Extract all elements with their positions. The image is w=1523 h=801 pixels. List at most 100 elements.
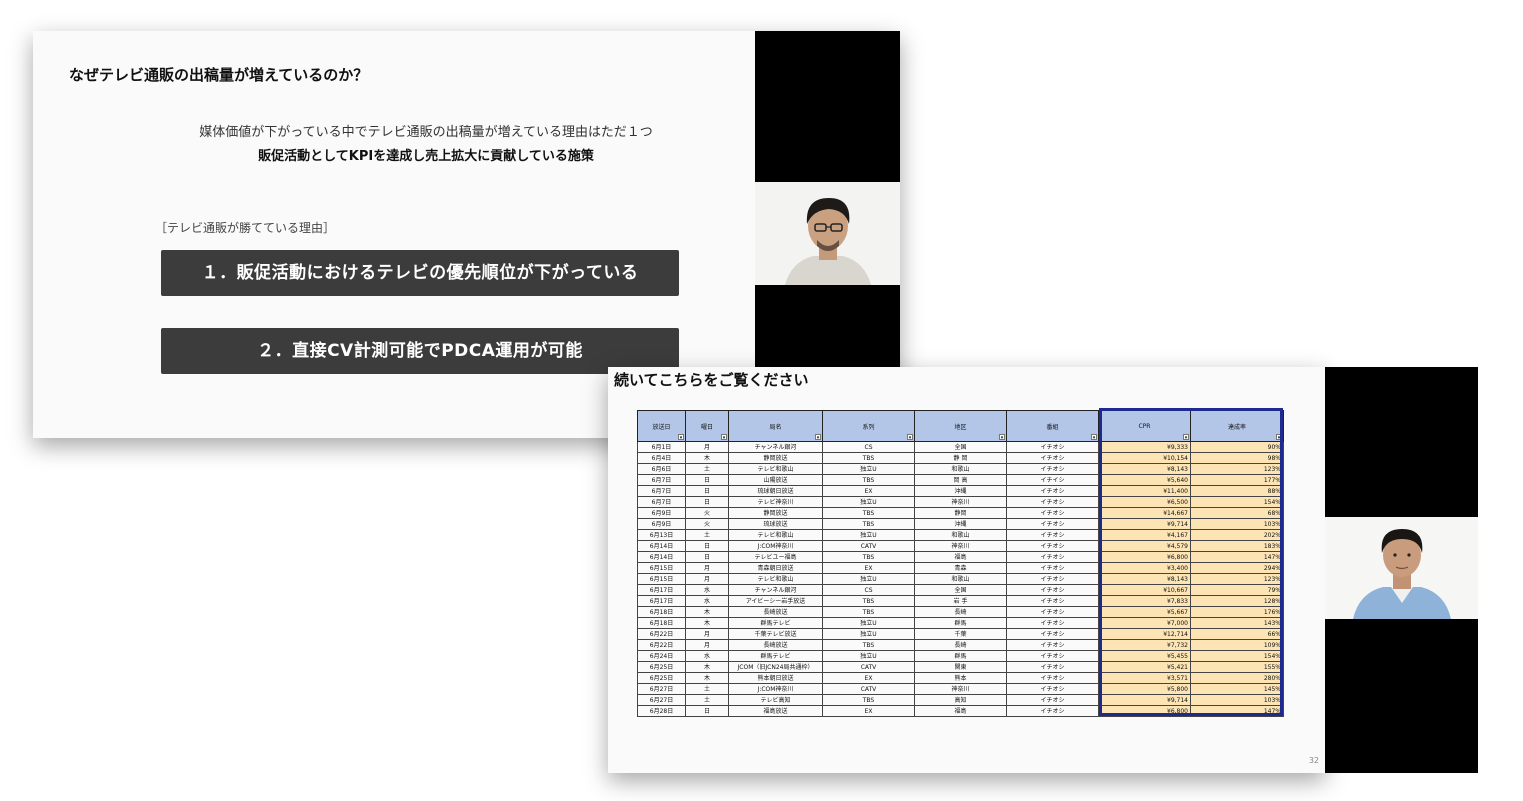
column-header-label: 地区: [954, 423, 967, 431]
table-cell: 147%: [1190, 705, 1284, 717]
table-cell: EX: [822, 485, 915, 497]
table-cell: イチオシ: [1006, 584, 1099, 596]
table-row: 6月25日木 JCOM（旧JCN24局共通枠） CATV 関東 イチオシ ¥5,421 15…: [637, 661, 1284, 673]
column-header-label: 番組: [1046, 423, 1059, 431]
table-cell: 103%: [1190, 518, 1284, 530]
table-row: 6月14日日 J:COM神奈川 CATV 神奈川 イチオシ ¥4,579 183%: [637, 540, 1284, 552]
column-header-label: 局名: [769, 423, 782, 431]
table-cell: イチオシ: [1006, 628, 1099, 640]
table-cell: TBS: [822, 507, 915, 519]
table-cell: 独立U: [822, 529, 915, 541]
table-cell: 独立U: [822, 617, 915, 629]
table-cell: EX: [822, 705, 915, 717]
table-cell: 木: [685, 672, 729, 684]
table-cell: 月: [685, 639, 729, 651]
table-cell: EX: [822, 672, 915, 684]
column-header-label: 放送日: [652, 423, 671, 431]
table-cell: イチオシ: [1006, 463, 1099, 475]
filter-dropdown-icon[interactable]: ▾: [815, 434, 821, 441]
column-header[interactable]: 系列 ▾: [822, 410, 915, 442]
filter-dropdown-icon[interactable]: ▾: [1276, 434, 1282, 441]
table-cell: イチオシ: [1006, 683, 1099, 695]
table-cell: 和歌山: [914, 573, 1007, 585]
table-cell: ¥5,667: [1098, 606, 1191, 618]
table-cell: 98%: [1190, 452, 1284, 464]
reason-box-1: １．販促活動におけるテレビの優先順位が下がっている: [161, 250, 679, 296]
table-row: 6月18日木群馬テレビ 独立U 群馬 イチオシ ¥7,000 143%: [637, 617, 1284, 629]
column-header[interactable]: 地区 ▾: [914, 410, 1007, 442]
table-cell: 山陽放送: [728, 474, 823, 486]
table-cell: 6月14日: [637, 551, 686, 563]
column-header[interactable]: 曜日 ▾: [685, 410, 729, 442]
table-cell: 群馬テレビ: [728, 617, 823, 629]
table-cell: 6月22日: [637, 639, 686, 651]
table-cell: ¥7,732: [1098, 639, 1191, 651]
table-cell: 日: [685, 540, 729, 552]
table-cell: チャンネル銀河: [728, 584, 823, 596]
table-cell: 183%: [1190, 540, 1284, 552]
table-cell: 独立U: [822, 628, 915, 640]
column-header[interactable]: CPR ▾: [1098, 410, 1191, 442]
table-cell: TBS: [822, 595, 915, 607]
filter-dropdown-icon[interactable]: ▾: [999, 434, 1005, 441]
table-cell: 66%: [1190, 628, 1284, 640]
webcam-panel-1: [755, 31, 900, 367]
table-cell: 6月4日: [637, 452, 686, 464]
table-cell: 琉球朝日放送: [728, 485, 823, 497]
table-row: 6月28日日福島放送 EX 福島 イチオシ ¥6,800 147%: [637, 705, 1284, 717]
filter-dropdown-icon[interactable]: ▾: [907, 434, 913, 441]
table-cell: ¥11,400: [1098, 485, 1191, 497]
table-cell: 6月9日: [637, 507, 686, 519]
table-cell: CATV: [822, 540, 915, 552]
table-cell: 火: [685, 507, 729, 519]
table-cell: 長崎放送: [728, 606, 823, 618]
filter-dropdown-icon[interactable]: ▾: [678, 434, 684, 441]
table-cell: イチオシ: [1006, 573, 1099, 585]
filter-dropdown-icon[interactable]: ▾: [1183, 434, 1189, 441]
table-cell: JCOM（旧JCN24局共通枠）: [728, 661, 823, 673]
table-cell: 火: [685, 518, 729, 530]
table-cell: イチオシ: [1006, 661, 1099, 673]
column-header[interactable]: 達成率 ▾: [1190, 410, 1284, 442]
table-cell: イチオシ: [1006, 705, 1099, 717]
table-row: 6月13日土テレビ和歌山 独立U 和歌山 イチオシ ¥4,167 202%: [637, 529, 1284, 541]
table-cell: 6月28日: [637, 705, 686, 717]
table-cell: 月: [685, 562, 729, 574]
table-cell: ¥9,333: [1098, 441, 1191, 453]
table-cell: 水: [685, 595, 729, 607]
table-cell: 6月14日: [637, 540, 686, 552]
table-cell: イチオシ: [1006, 551, 1099, 563]
table-cell: 和歌山: [914, 463, 1007, 475]
table-cell: 6月27日: [637, 683, 686, 695]
filter-dropdown-icon[interactable]: ▾: [721, 434, 727, 441]
filter-dropdown-icon[interactable]: ▾: [1091, 434, 1097, 441]
table-cell: 日: [685, 485, 729, 497]
table-cell: イチオシ: [1006, 606, 1099, 618]
table-cell: 6月7日: [637, 474, 686, 486]
table-cell: 154%: [1190, 650, 1284, 662]
table-cell: 145%: [1190, 683, 1284, 695]
table-cell: 6月22日: [637, 628, 686, 640]
table-cell: 千葉: [914, 628, 1007, 640]
column-header[interactable]: 局名 ▾: [728, 410, 823, 442]
table-cell: 6月6日: [637, 463, 686, 475]
table-cell: 143%: [1190, 617, 1284, 629]
table-cell: ¥4,579: [1098, 540, 1191, 552]
column-header[interactable]: 放送日 ▾: [637, 410, 686, 442]
column-header-label: 系列: [862, 423, 875, 431]
table-cell: 福島: [914, 551, 1007, 563]
table-cell: 神奈川: [914, 683, 1007, 695]
table-row: 6月17日水アイビーシー岩手放送 TBS 岩 手イチオシ ¥7,833 128%: [637, 595, 1284, 607]
table-cell: イチオシ: [1006, 650, 1099, 662]
table-row: 6月15日月青森朝日放送 EX 青森 イチオシ ¥3,400 294%: [637, 562, 1284, 574]
table-cell: イチオシ: [1006, 507, 1099, 519]
table-cell: ¥9,714: [1098, 694, 1191, 706]
column-header[interactable]: 番組 ▾: [1006, 410, 1099, 442]
table-cell: 長崎: [914, 606, 1007, 618]
table-row: 6月7日日琉球朝日放送 EX 沖縄 イチオシ ¥11,400 88%: [637, 485, 1284, 497]
table-cell: 154%: [1190, 496, 1284, 508]
table-row: 6月7日日テレビ神奈川 独立U 神奈川 イチオシ ¥6,500 154%: [637, 496, 1284, 508]
table-cell: 水: [685, 650, 729, 662]
table-row: 6月7日日山陽放送 TBS 岡 高イチイシ ¥5,640 177%: [637, 474, 1284, 486]
table-cell: イチオシ: [1006, 617, 1099, 629]
